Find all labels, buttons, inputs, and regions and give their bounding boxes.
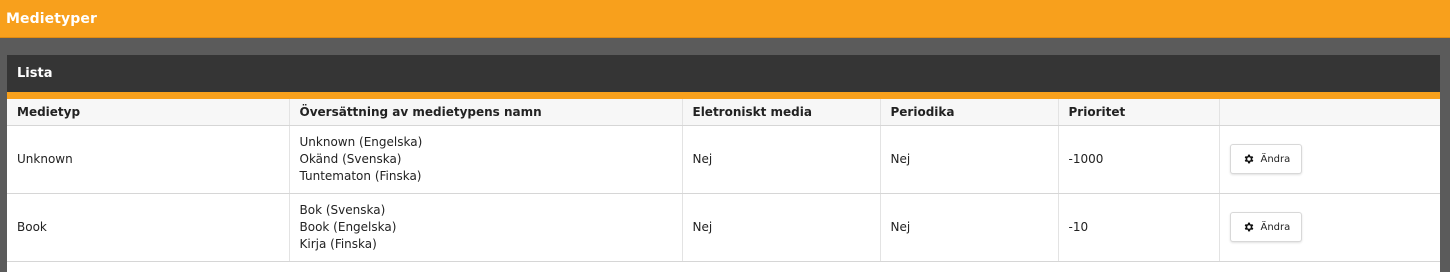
column-header-translation[interactable]: Översättning av medietypens namn xyxy=(289,99,683,126)
cell-electronic: Nej xyxy=(682,125,881,194)
edit-button[interactable]: Ändra xyxy=(1229,144,1303,174)
translation-item: Kirja (Finska) xyxy=(299,236,377,251)
column-header-prioritet[interactable]: Prioritet xyxy=(1058,99,1220,126)
cell-electronic: Nej xyxy=(682,193,881,262)
table-row: Unknown Unknown (Engelska) Okänd (Svensk… xyxy=(7,125,1440,194)
cell-actions: Ändra xyxy=(1219,125,1440,194)
table-header-row: Medietyp Översättning av medietypens nam… xyxy=(7,99,1440,126)
cell-prioritet: -1000 xyxy=(1058,125,1220,194)
list-panel: Lista Medietyp Översättning av medietype… xyxy=(7,55,1440,272)
media-types-table: Medietyp Översättning av medietypens nam… xyxy=(7,99,1440,262)
cell-periodika: Nej xyxy=(880,125,1059,194)
column-header-electronic[interactable]: Eletroniskt media xyxy=(682,99,881,126)
panel-title: Lista xyxy=(17,66,53,81)
cell-actions: Ändra xyxy=(1219,193,1440,262)
translation-item: Book (Engelska) xyxy=(299,219,397,234)
cell-translations: Unknown (Engelska) Okänd (Svenska) Tunte… xyxy=(289,125,683,194)
column-header-periodika[interactable]: Periodika xyxy=(880,99,1059,126)
table-row: Book Bok (Svenska) Book (Engelska) Kirja… xyxy=(7,193,1440,262)
cell-medietyp: Unknown xyxy=(7,125,290,194)
edit-button-label: Ändra xyxy=(1260,153,1291,165)
cell-periodika: Nej xyxy=(880,193,1059,262)
translation-item: Okänd (Svenska) xyxy=(299,151,402,166)
column-header-actions xyxy=(1219,99,1440,126)
cell-medietyp: Book xyxy=(7,193,290,262)
translation-item: Bok (Svenska) xyxy=(299,202,386,217)
gear-icon xyxy=(1244,222,1253,232)
edit-button[interactable]: Ändra xyxy=(1229,212,1303,242)
column-header-medietyp[interactable]: Medietyp xyxy=(7,99,290,126)
panel-header: Lista xyxy=(7,55,1440,99)
translation-item: Unknown (Engelska) xyxy=(299,134,423,149)
translation-item: Tuntematon (Finska) xyxy=(299,168,422,183)
edit-button-label: Ändra xyxy=(1260,221,1291,233)
gear-icon xyxy=(1244,154,1253,164)
page-title: Medietyper xyxy=(6,10,97,27)
cell-prioritet: -10 xyxy=(1058,193,1220,262)
cell-translations: Bok (Svenska) Book (Engelska) Kirja (Fin… xyxy=(289,193,683,262)
top-bar: Medietyper xyxy=(0,0,1450,38)
